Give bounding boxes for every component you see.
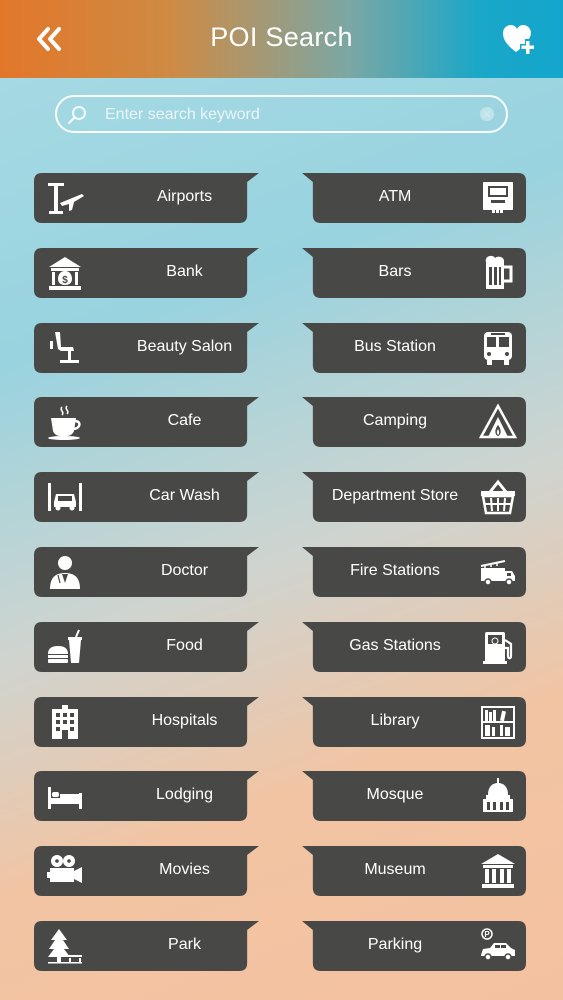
poi-library-button[interactable]: Library [302, 697, 527, 747]
search-icon [67, 106, 86, 125]
poi-bars-button[interactable]: Bars [302, 248, 527, 298]
svg-text:P: P [484, 930, 490, 939]
bank-icon: $ [49, 257, 81, 290]
fire-truck-icon [480, 560, 515, 586]
fast-food-icon [48, 629, 82, 663]
hospital-icon [52, 705, 78, 739]
search-input[interactable] [103, 101, 477, 129]
poi-label: Bus Station [354, 338, 436, 355]
page-title: POI Search [210, 22, 353, 52]
poi-label: Museum [364, 861, 426, 878]
film-projector-icon [47, 855, 82, 883]
poi-label: Food [166, 637, 203, 654]
poi-gas-stations-button[interactable]: Gas Stations [302, 622, 527, 672]
poi-park-button[interactable]: Park [34, 921, 259, 971]
poi-airports-button[interactable]: Airports [34, 173, 259, 223]
poi-lodging-button[interactable]: Lodging [34, 771, 259, 821]
clear-icon[interactable] [480, 107, 494, 121]
poi-label: Department Store [331, 487, 459, 504]
poi-label: Airports [156, 188, 213, 205]
poi-label: Lodging [156, 786, 213, 803]
poi-fire-stations-button[interactable]: Fire Stations [302, 547, 527, 597]
tree-bench-icon [48, 929, 82, 964]
parking-car-icon: P [481, 928, 515, 961]
poi-hospitals-button[interactable]: Hospitals [34, 697, 259, 747]
tent-icon [479, 403, 517, 439]
poi-museum-button[interactable]: Museum [302, 846, 527, 896]
atm-icon [483, 182, 513, 213]
poi-label: Bank [166, 263, 203, 280]
poi-label: Gas Stations [349, 637, 441, 654]
poi-movies-button[interactable]: Movies [34, 846, 259, 896]
shopping-basket-icon [481, 479, 515, 515]
poi-atm-button[interactable]: ATM [302, 173, 527, 223]
poi-label: Movies [159, 861, 210, 878]
heart-plus-icon[interactable] [501, 22, 535, 56]
poi-label: Hospitals [151, 712, 218, 729]
gas-pump-icon [483, 632, 513, 664]
poi-bank-button[interactable]: $ Bank [34, 248, 259, 298]
doctor-icon [50, 556, 80, 589]
poi-label: ATM [378, 188, 412, 205]
poi-beauty-salon-button[interactable]: Beauty Salon [34, 323, 259, 373]
poi-label: Mosque [366, 786, 424, 803]
poi-label: Doctor [160, 562, 209, 579]
poi-label: Bars [378, 263, 412, 280]
bed-icon [48, 787, 82, 809]
poi-label: Car Wash [149, 487, 220, 504]
poi-doctor-button[interactable]: Doctor [34, 547, 259, 597]
svg-text:$: $ [62, 275, 68, 286]
search-bar [55, 95, 508, 133]
poi-bus-station-button[interactable]: Bus Station [302, 323, 527, 373]
poi-department-store-button[interactable]: Department Store [302, 472, 527, 522]
car-wash-icon [48, 483, 82, 511]
poi-label: Library [370, 712, 420, 729]
poi-label: Park [168, 936, 201, 953]
poi-label: Beauty Salon [136, 338, 233, 355]
poi-cafe-button[interactable]: Cafe [34, 397, 259, 447]
airport-icon [48, 183, 84, 214]
bookshelf-icon [481, 706, 515, 739]
poi-label: Fire Stations [350, 562, 440, 579]
poi-label: Cafe [167, 412, 202, 429]
beer-mug-icon [485, 255, 513, 289]
poi-camping-button[interactable]: Camping [302, 397, 527, 447]
poi-car-wash-button[interactable]: Car Wash [34, 472, 259, 522]
mosque-dome-icon [483, 778, 513, 812]
app-header: POI Search [0, 0, 563, 78]
poi-parking-button[interactable]: P Parking [302, 921, 527, 971]
poi-label: Parking [367, 936, 423, 953]
poi-mosque-button[interactable]: Mosque [302, 771, 527, 821]
bus-icon [484, 332, 512, 365]
coffee-cup-icon [48, 405, 81, 440]
poi-food-button[interactable]: Food [34, 622, 259, 672]
museum-icon [481, 854, 515, 888]
salon-chair-icon [50, 332, 79, 363]
poi-label: Camping [362, 412, 428, 429]
